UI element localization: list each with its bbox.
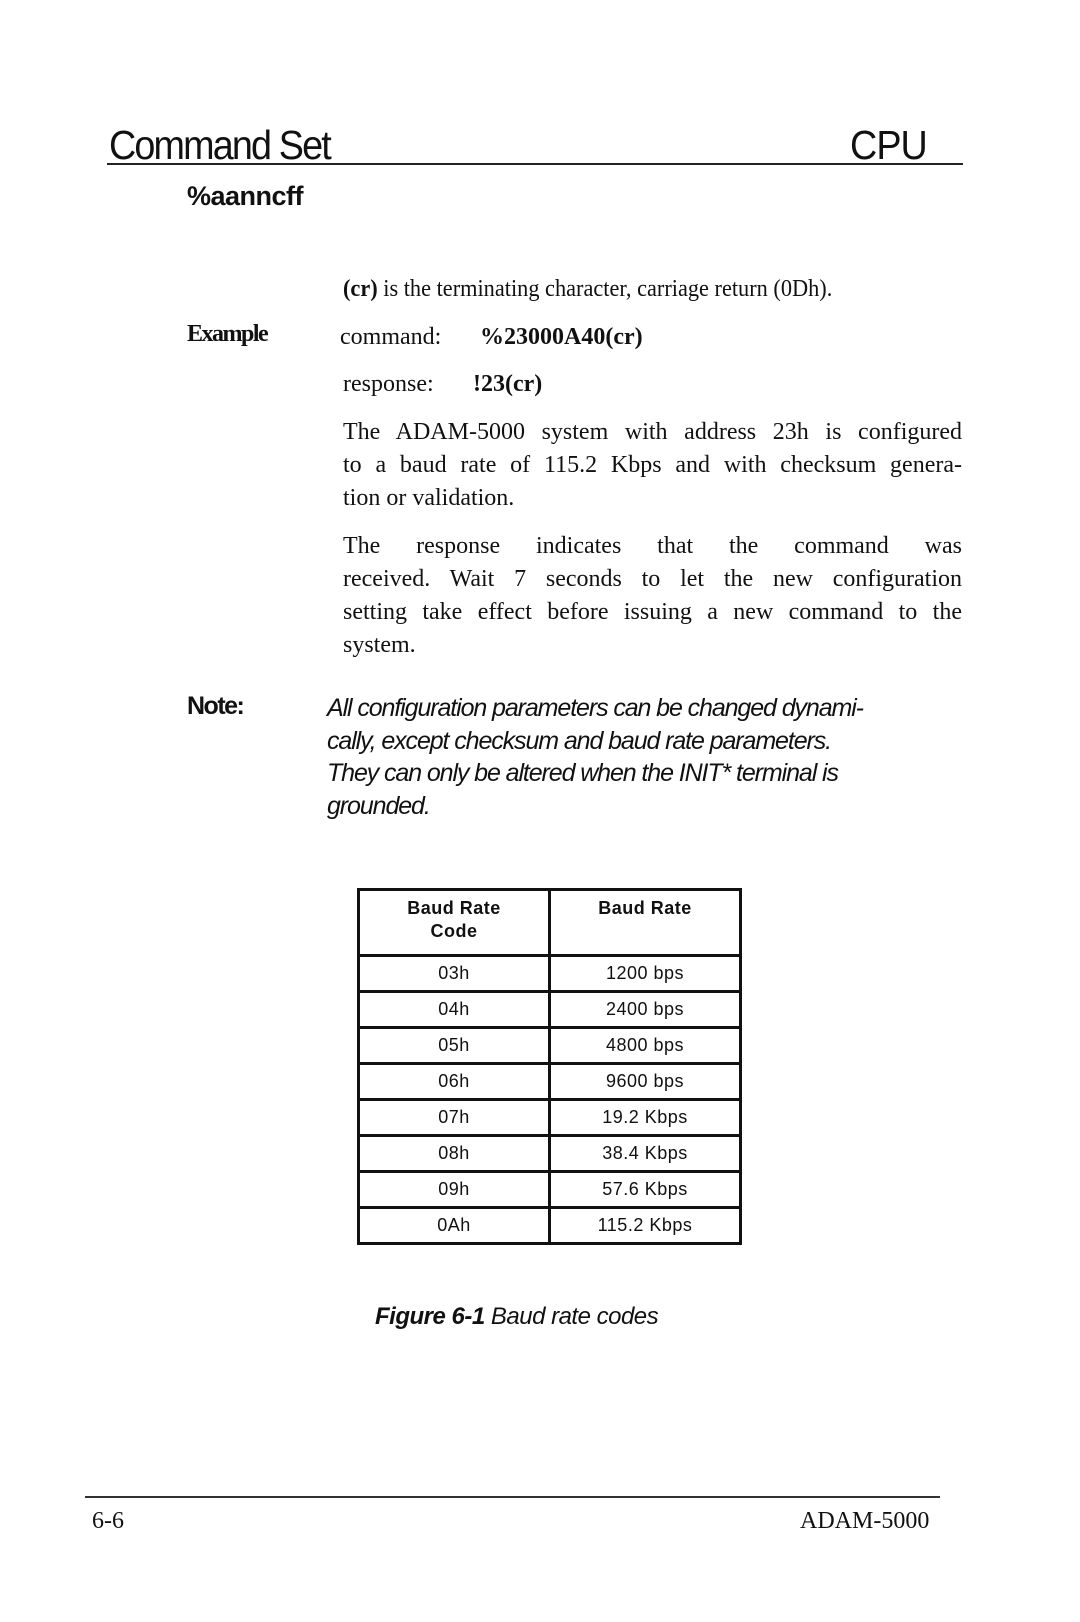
baud-code-cell: 06h bbox=[357, 1062, 551, 1101]
baud-rate-table: Baud Rate Code Baud Rate 03h 1200 bps 04h 2… bbox=[357, 888, 742, 1245]
baud-code-cell: 08h bbox=[357, 1134, 551, 1173]
table-row: 05h 4800 bps bbox=[357, 1026, 742, 1065]
table-body: 03h 1200 bps 04h 2400 bps 05h 4800 bps 06h 9600… bbox=[357, 954, 742, 1245]
cr-term: (cr) bbox=[343, 276, 378, 302]
header-rule bbox=[107, 163, 963, 165]
page-header-title: Command Set bbox=[109, 122, 332, 168]
cr-description: (cr) is the terminating character, carri… bbox=[343, 273, 832, 306]
baud-rate-cell: 2400 bps bbox=[548, 990, 742, 1029]
baud-code-cell: 05h bbox=[357, 1026, 551, 1065]
example-description-paragraph: The ADAM-5000 system with address 23h is… bbox=[343, 416, 962, 515]
example-label: Example bbox=[187, 321, 269, 347]
baud-rate-cell: 38.4 Kbps bbox=[548, 1134, 742, 1173]
header-line: Baud Rate bbox=[598, 898, 692, 918]
table-row: 08h 38.4 Kbps bbox=[357, 1134, 742, 1173]
baud-code-cell: 03h bbox=[357, 954, 551, 993]
baud-code-cell: 04h bbox=[357, 990, 551, 1029]
note-line: cally, except checksum and baud rate par… bbox=[327, 726, 832, 755]
footer-product-name: ADAM-5000 bbox=[800, 1508, 930, 1534]
note-line: grounded. bbox=[327, 791, 431, 820]
header-line: Baud Rate bbox=[407, 898, 501, 918]
baud-code-cell: 09h bbox=[357, 1170, 551, 1209]
table-row: 07h 19.2 Kbps bbox=[357, 1098, 742, 1137]
header-baud-rate-code: Baud Rate Code bbox=[357, 888, 551, 957]
header-baud-rate: Baud Rate bbox=[548, 888, 742, 957]
table-row: 09h 57.6 Kbps bbox=[357, 1170, 742, 1209]
baud-rate-cell: 4800 bps bbox=[548, 1026, 742, 1065]
footer-rule bbox=[85, 1496, 940, 1498]
baud-rate-cell: 9600 bps bbox=[548, 1062, 742, 1101]
baud-rate-cell: 1200 bps bbox=[548, 954, 742, 993]
command-syntax-heading: %aanncff bbox=[187, 181, 304, 211]
example-command-line: command: %23000A40(cr) bbox=[340, 321, 643, 354]
page-header-section: CPU bbox=[850, 122, 928, 168]
baud-code-cell: 0Ah bbox=[357, 1206, 551, 1245]
paragraph-line: The response indicates that the command … bbox=[343, 533, 962, 559]
paragraph-line: tion or validation. bbox=[343, 485, 515, 511]
paragraph-line: setting take effect before issuing a new… bbox=[343, 599, 962, 625]
baud-rate-cell: 19.2 Kbps bbox=[548, 1098, 742, 1137]
cr-text: is the terminating character, carriage r… bbox=[377, 276, 833, 302]
page-number: 6-6 bbox=[92, 1508, 124, 1534]
paragraph-line: system. bbox=[343, 632, 416, 658]
figure-caption: Figure 6-1 Baud rate codes bbox=[375, 1303, 659, 1331]
command-label: command: bbox=[340, 324, 442, 350]
example-response-line: response: !23(cr) bbox=[343, 368, 542, 401]
response-value: !23(cr) bbox=[473, 371, 543, 397]
header-line: Code bbox=[430, 921, 478, 941]
response-description-paragraph: The response indicates that the command … bbox=[343, 530, 962, 662]
paragraph-line: received. Wait 7 seconds to let the new … bbox=[343, 566, 962, 592]
paragraph-line: The ADAM-5000 system with address 23h is… bbox=[343, 419, 962, 445]
table-row: 0Ah 115.2 Kbps bbox=[357, 1206, 742, 1245]
command-value: %23000A40(cr) bbox=[480, 324, 643, 350]
note-text: All configuration parameters can be chan… bbox=[327, 692, 967, 822]
note-label: Note: bbox=[187, 692, 245, 720]
figure-caption-text: Baud rate codes bbox=[484, 1303, 659, 1330]
baud-rate-cell: 115.2 Kbps bbox=[548, 1206, 742, 1245]
table-row: 06h 9600 bps bbox=[357, 1062, 742, 1101]
baud-rate-cell: 57.6 Kbps bbox=[548, 1170, 742, 1209]
note-line: All configuration parameters can be chan… bbox=[327, 694, 864, 722]
baud-code-cell: 07h bbox=[357, 1098, 551, 1137]
table-row: 04h 2400 bps bbox=[357, 990, 742, 1029]
response-label: response: bbox=[343, 371, 434, 397]
table-row: 03h 1200 bps bbox=[357, 954, 742, 993]
figure-number: Figure 6-1 bbox=[375, 1303, 485, 1330]
note-line: They can only be altered when the INIT* … bbox=[327, 759, 839, 787]
table-header-row: Baud Rate Code Baud Rate bbox=[357, 888, 742, 957]
paragraph-line: to a baud rate of 115.2 Kbps and with ch… bbox=[343, 452, 962, 478]
